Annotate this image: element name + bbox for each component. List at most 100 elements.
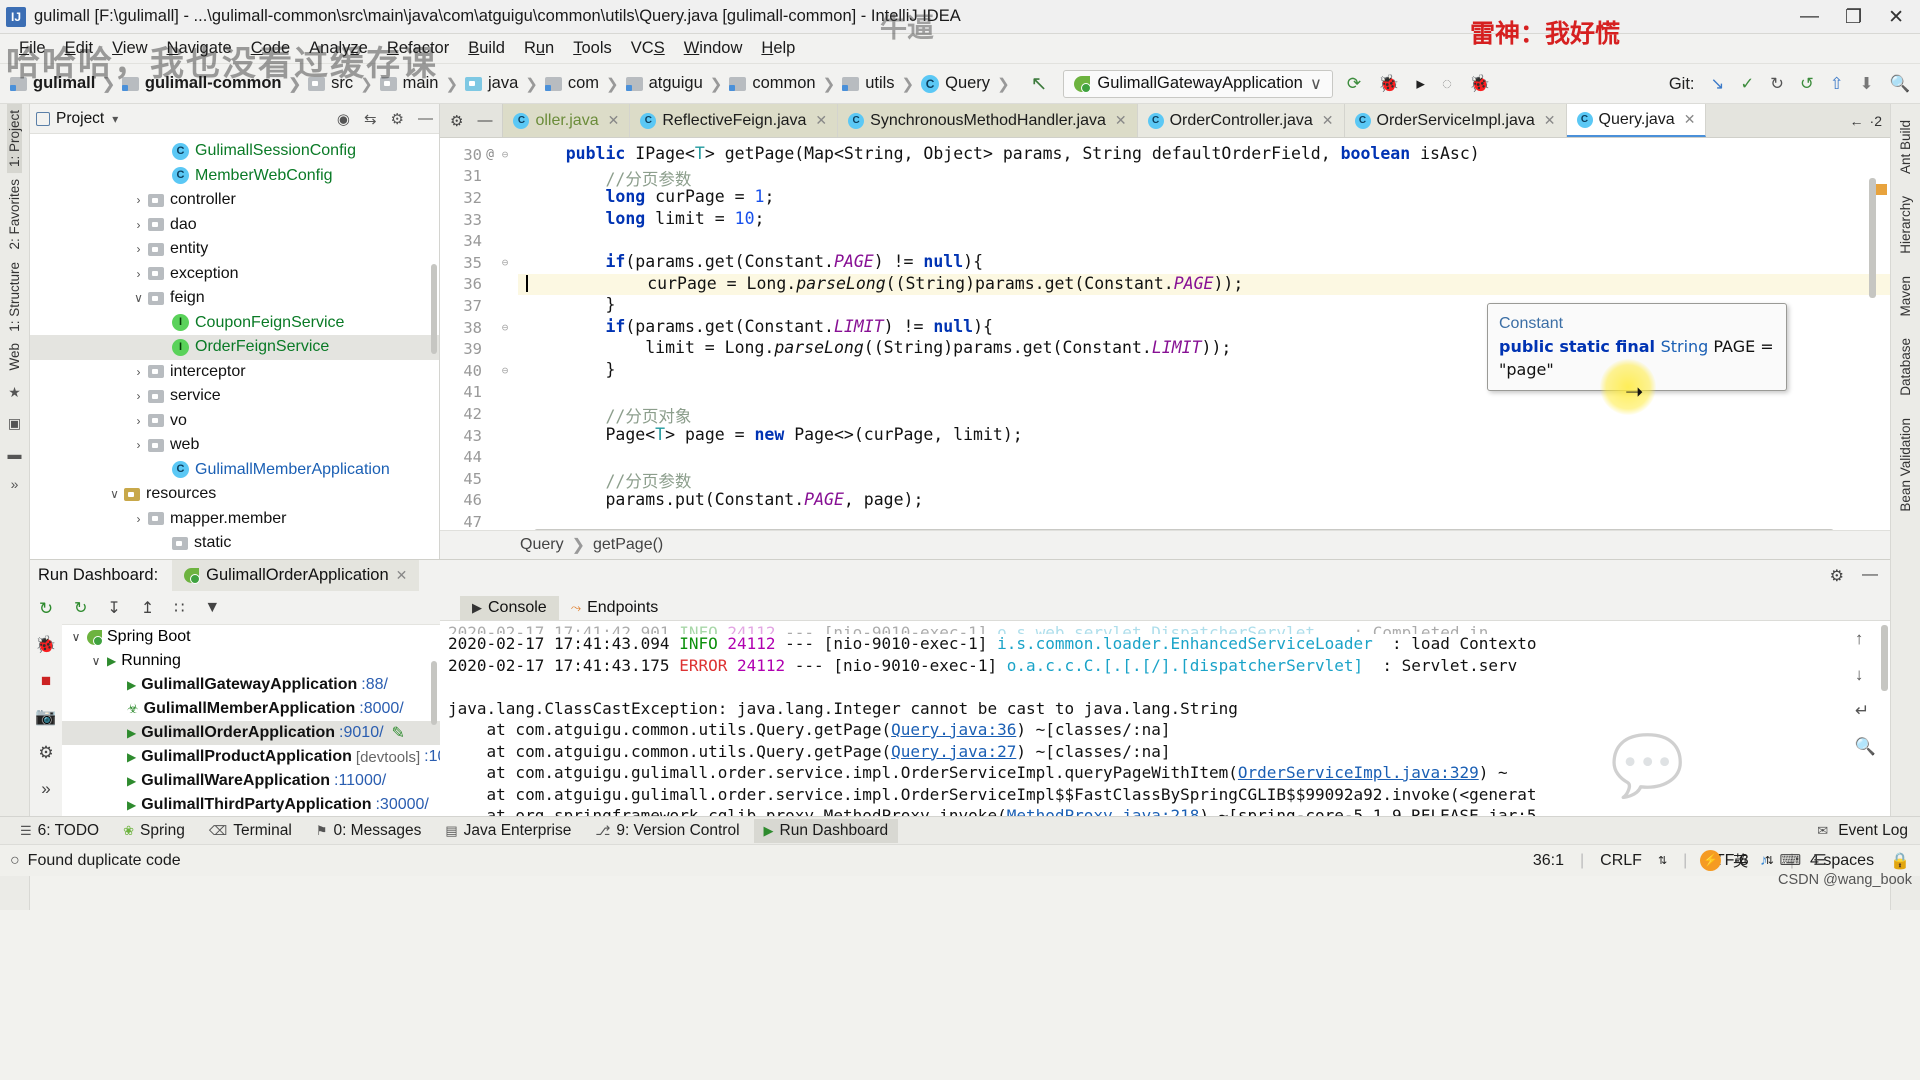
rerun-icon[interactable]: ↻	[74, 598, 87, 618]
run-dashboard-port[interactable]: :1000	[424, 748, 440, 766]
menu-item-tools[interactable]: Tools	[564, 36, 621, 61]
project-tree-scrollbar[interactable]	[431, 264, 437, 354]
tree-arrow-icon[interactable]: ›	[132, 218, 145, 232]
edit-pencil-icon[interactable]: ✎	[392, 723, 405, 743]
fold-icon[interactable]: ⊖	[498, 148, 512, 161]
tree-arrow-icon[interactable]: ∨	[68, 630, 84, 644]
fold-icon[interactable]: ⊖	[498, 321, 512, 334]
console-tab-endpoints[interactable]: ⤳ Endpoints	[559, 596, 671, 620]
collapse-all-icon[interactable]: ↥	[141, 598, 154, 618]
run-dashboard-row[interactable]: ☣ GulimallMemberApplication:8000/	[62, 697, 440, 721]
tree-arrow-icon[interactable]: ›	[132, 512, 145, 526]
project-tree-row[interactable]: I CouponFeignService	[30, 311, 439, 336]
project-tree-row[interactable]: C GulimallSessionConfig	[30, 139, 439, 164]
right-strip-tab-database[interactable]: Database	[1898, 332, 1913, 402]
run-configuration-selector[interactable]: GulimallGatewayApplication ∨	[1063, 69, 1333, 98]
right-strip-tab-maven[interactable]: Maven	[1898, 270, 1913, 323]
menu-item-edit[interactable]: Edit	[56, 36, 102, 61]
ime-keyboard-icon[interactable]: ⌨	[1780, 851, 1802, 869]
right-strip-tab-antbuild[interactable]: Ant Build	[1898, 114, 1913, 180]
left-strip-icon-0[interactable]: ★	[8, 384, 21, 401]
run-dashboard-port[interactable]: :30000/	[375, 796, 428, 814]
tree-arrow-icon[interactable]: ›	[132, 414, 145, 428]
hide-icon[interactable]: —	[418, 110, 433, 128]
project-tree-row[interactable]: static	[30, 531, 439, 556]
code-line[interactable]: params.put(Constant.PAGE, page);	[518, 490, 1890, 512]
project-tree-row[interactable]: › mapper.member	[30, 507, 439, 532]
git-update-icon[interactable]: ↘	[1710, 74, 1724, 94]
tree-arrow-icon[interactable]: ›	[132, 267, 145, 281]
stop-icon[interactable]: ■	[41, 671, 51, 691]
editor-warning-marker[interactable]	[1876, 184, 1887, 195]
menu-item-analyze[interactable]: Analyze	[300, 36, 377, 61]
debug-icon[interactable]: 🐞	[35, 635, 56, 655]
run-dashboard-tab[interactable]: GulimallOrderApplication ✕	[172, 559, 420, 592]
left-strip-icon-3[interactable]: »	[11, 476, 19, 492]
minimize-button[interactable]: —	[1800, 6, 1819, 28]
tree-arrow-icon[interactable]: ∨	[108, 487, 121, 501]
close-icon[interactable]: ✕	[815, 112, 827, 129]
project-tree-row[interactable]: › vo	[30, 409, 439, 434]
editor-tab-ordercontrollerjava[interactable]: C OrderController.java ✕	[1137, 104, 1345, 137]
editor-tab-orderserviceimpljava[interactable]: C OrderServiceImpl.java ✕	[1344, 104, 1567, 137]
left-strip-tab-project[interactable]: 1: Project	[7, 104, 22, 174]
console-token[interactable]: OrderServiceImpl.java:329	[1238, 763, 1479, 782]
project-tree-row[interactable]: › interceptor	[30, 360, 439, 385]
settings-icon[interactable]: ⚙	[38, 743, 53, 763]
menu-item-window[interactable]: Window	[675, 36, 752, 61]
line-separator[interactable]: CRLF	[1600, 852, 1642, 870]
close-icon[interactable]: ✕	[608, 112, 620, 129]
menu-item-view[interactable]: View	[103, 36, 156, 61]
scroll-up-icon[interactable]: ↑	[1855, 629, 1876, 649]
tree-arrow-icon[interactable]: ›	[132, 365, 145, 379]
code-line[interactable]: public IPage<T> getPage(Map<String, Obje…	[518, 144, 1890, 166]
menu-item-refactor[interactable]: Refactor	[378, 36, 458, 61]
bottom-tab-todo[interactable]: ☰ 6: TODO	[10, 819, 109, 843]
left-strip-tab-web[interactable]: Web	[7, 337, 22, 377]
project-tree-row[interactable]: › exception	[30, 262, 439, 287]
bottom-tab-terminal[interactable]: ⌫ Terminal	[199, 819, 302, 843]
git-history-icon[interactable]: ↻	[1770, 74, 1784, 94]
line-separator-chevron-icon[interactable]: ⇅	[1658, 854, 1667, 867]
breadcrumb-utils[interactable]: utils ❯	[842, 74, 921, 93]
expand-all-icon[interactable]: ↧	[107, 598, 120, 618]
run-dashboard-row[interactable]: ∨ ▶ Running	[62, 649, 440, 673]
editor-breadcrumb-item[interactable]: Query	[520, 536, 564, 554]
tree-arrow-icon[interactable]: ∨	[132, 291, 145, 305]
code-line[interactable]: curPage = Long.parseLong((String)params.…	[518, 273, 1890, 296]
console-token[interactable]: Query.java:27	[891, 742, 1016, 761]
console-tab-console[interactable]: ▶ Console	[460, 596, 559, 620]
close-button[interactable]: ✕	[1888, 6, 1904, 29]
run-dashboard-row[interactable]: ▶ GulimallThirdPartyApplication:30000/	[62, 793, 440, 816]
project-tree-row[interactable]: › service	[30, 384, 439, 409]
maximize-button[interactable]: ❐	[1845, 6, 1862, 29]
project-tree-row[interactable]: ∨ resources	[30, 482, 439, 507]
tree-arrow-icon[interactable]: ›	[132, 389, 145, 403]
code-line[interactable]: if(params.get(Constant.PAGE) != null){	[518, 252, 1890, 274]
bottom-tab-messages[interactable]: ⚑ 0: Messages	[306, 819, 432, 843]
close-icon[interactable]: ✕	[1115, 112, 1127, 129]
caret-position[interactable]: 36:1	[1533, 852, 1564, 870]
gear-icon[interactable]: ⚙	[1830, 566, 1844, 586]
event-log-label[interactable]: Event Log	[1838, 822, 1908, 840]
ime-logo-icon[interactable]: ⚡	[1700, 849, 1721, 871]
gear-icon[interactable]: ⚙	[391, 110, 404, 128]
back-arrow-icon[interactable]: ↖	[1031, 71, 1048, 96]
project-tree-row[interactable]: I OrderFeignService	[30, 335, 439, 360]
ime-music-icon[interactable]: ♪	[1760, 852, 1768, 869]
tree-arrow-icon[interactable]: ∨	[88, 654, 104, 668]
right-strip-tab-beanvalidation[interactable]: Bean Validation	[1898, 412, 1913, 518]
run-dashboard-port[interactable]: :9010/	[339, 724, 383, 742]
tree-arrow-icon[interactable]: ›	[132, 438, 145, 452]
tree-arrow-icon[interactable]: ›	[132, 242, 145, 256]
editor-tab-queryjava[interactable]: C Query.java ✕	[1566, 104, 1707, 137]
menu-item-vcs[interactable]: VCS	[622, 36, 674, 61]
minimize-icon[interactable]: —	[477, 112, 492, 129]
menu-item-code[interactable]: Code	[242, 36, 299, 61]
close-icon[interactable]: ✕	[1684, 111, 1696, 128]
menu-item-file[interactable]: File	[10, 36, 55, 61]
git-commit-icon[interactable]: ✓	[1740, 74, 1754, 94]
camera-icon[interactable]: 📷	[35, 707, 56, 727]
debug-button[interactable]: 🐞	[1378, 74, 1399, 94]
editor-tab-synchronousmethodhandlerjava[interactable]: C SynchronousMethodHandler.java ✕	[838, 104, 1138, 137]
